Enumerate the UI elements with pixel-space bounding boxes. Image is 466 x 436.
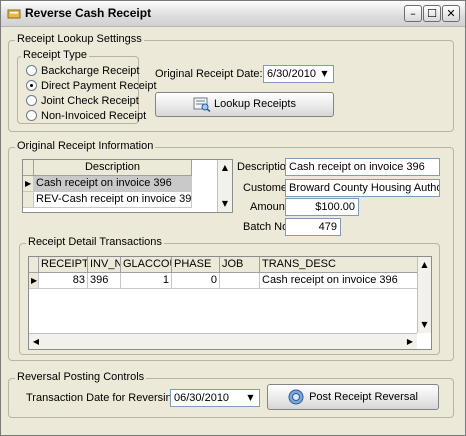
- receipt-type-group: Receipt Type Backcharge Receipt Direct P…: [17, 49, 157, 124]
- table-cell[interactable]: Cash receipt on invoice 396: [260, 273, 418, 289]
- window-title: Reverse Cash Receipt: [25, 6, 152, 20]
- column-header-receiptkey[interactable]: RECEIPTKEY: [39, 257, 88, 273]
- scroll-right-icon[interactable]: ▶: [403, 334, 417, 349]
- current-row-indicator-icon: ▶: [29, 273, 39, 289]
- receipt-list-scrollbar[interactable]: ▲ ▼: [217, 160, 232, 212]
- reverse-cash-receipt-window: Reverse Cash Receipt – ☐ ✕ Receipt Looku…: [0, 0, 466, 436]
- column-header-description[interactable]: Description: [34, 160, 192, 176]
- minimize-button[interactable]: –: [404, 5, 422, 22]
- receipt-lookup-group: Receipt Lookup Settingss Receipt Type Ba…: [8, 33, 454, 132]
- reversal-posting-legend: Reversal Posting Controls: [15, 371, 147, 383]
- transaction-date-picker[interactable]: 06/30/2010 ▼: [170, 389, 260, 407]
- column-header-job[interactable]: JOB: [220, 257, 260, 273]
- app-icon: [7, 9, 21, 19]
- lookup-receipts-button[interactable]: Lookup Receipts: [155, 92, 334, 117]
- table-cell[interactable]: 1: [121, 273, 172, 289]
- amount-field[interactable]: $100.00: [285, 198, 359, 216]
- radio-direct-payment-receipt[interactable]: Direct Payment Receipt: [26, 80, 157, 94]
- detail-transactions-grid: RECEIPTKEY INV_NO GLACCOUNT PHASE JOB TR…: [28, 256, 432, 350]
- list-item[interactable]: REV-Cash receipt on invoice 396: [34, 192, 192, 208]
- batch-no-field[interactable]: 479: [285, 218, 341, 236]
- original-receipt-date-picker[interactable]: 6/30/2010 ▼: [263, 65, 334, 83]
- lookup-receipts-label: Lookup Receipts: [214, 98, 296, 110]
- receipt-lookup-legend: Receipt Lookup Settingss: [15, 33, 144, 45]
- title-bar[interactable]: Reverse Cash Receipt – ☐ ✕: [1, 1, 465, 27]
- radio-label: Direct Payment Receipt: [41, 80, 157, 92]
- original-receipt-info-legend: Original Receipt Information: [15, 140, 156, 152]
- radio-indicator[interactable]: [26, 95, 37, 106]
- row-header-cell: [23, 192, 34, 208]
- receipt-type-legend: Receipt Type: [21, 49, 90, 61]
- scroll-down-icon[interactable]: ▼: [218, 196, 232, 212]
- column-header-trans-desc[interactable]: TRANS_DESC: [260, 257, 418, 273]
- table-cell[interactable]: 0: [172, 273, 220, 289]
- radio-label: Joint Check Receipt: [41, 95, 139, 107]
- chevron-down-icon[interactable]: ▼: [243, 391, 258, 405]
- radio-label: Backcharge Receipt: [41, 65, 140, 77]
- detail-horizontal-scrollbar[interactable]: ◀ ▶: [29, 333, 417, 349]
- maximize-button[interactable]: ☐: [423, 5, 441, 22]
- radio-backcharge-receipt[interactable]: Backcharge Receipt: [26, 65, 139, 79]
- customer-field[interactable]: Broward County Housing Authority: [285, 179, 440, 197]
- receipt-detail-group: Receipt Detail Transactions RECEIPTKEY I…: [19, 236, 440, 355]
- radio-label: Non-Invoiced Receipt: [41, 110, 147, 122]
- maximize-icon: ☐: [427, 7, 437, 20]
- post-icon: [288, 389, 304, 405]
- original-receipt-date-value: 6/30/2010: [267, 68, 316, 80]
- table-cell[interactable]: 83: [39, 273, 88, 289]
- post-receipt-reversal-label: Post Receipt Reversal: [309, 391, 418, 403]
- receipt-detail-legend: Receipt Detail Transactions: [26, 236, 164, 248]
- radio-indicator[interactable]: [26, 65, 37, 76]
- post-receipt-reversal-button[interactable]: Post Receipt Reversal: [267, 384, 439, 410]
- close-button[interactable]: ✕: [442, 5, 460, 22]
- radio-indicator[interactable]: [26, 110, 37, 121]
- column-header-inv-no[interactable]: INV_NO: [88, 257, 121, 273]
- radio-joint-check-receipt[interactable]: Joint Check Receipt: [26, 95, 139, 109]
- radio-indicator-checked[interactable]: [26, 80, 37, 91]
- scroll-left-icon[interactable]: ◀: [29, 334, 43, 349]
- transaction-date-value: 06/30/2010: [174, 392, 230, 404]
- receipt-list-grid: Description ▶ Cash receipt on invoice 39…: [22, 159, 233, 213]
- minimize-icon: –: [410, 7, 416, 20]
- lookup-icon: [193, 97, 211, 113]
- column-header-glaccount[interactable]: GLACCOUNT: [121, 257, 172, 273]
- chevron-down-icon[interactable]: ▼: [317, 67, 332, 81]
- original-receipt-info-group: Original Receipt Information Description…: [8, 140, 454, 361]
- original-receipt-date-label: Original Receipt Date:: [155, 68, 263, 80]
- table-cell[interactable]: [220, 273, 260, 289]
- list-item[interactable]: Cash receipt on invoice 396: [34, 176, 192, 192]
- scroll-up-icon[interactable]: ▲: [418, 257, 431, 273]
- description-field[interactable]: Cash receipt on invoice 396: [285, 158, 440, 176]
- row-header-cell: [29, 257, 39, 273]
- reversal-posting-group: Reversal Posting Controls Transaction Da…: [8, 371, 454, 418]
- scroll-up-icon[interactable]: ▲: [218, 160, 232, 176]
- radio-non-invoiced-receipt[interactable]: Non-Invoiced Receipt: [26, 110, 146, 124]
- detail-vertical-scrollbar[interactable]: ▲ ▼: [417, 257, 431, 333]
- current-row-indicator-icon: ▶: [23, 176, 34, 192]
- close-icon: ✕: [446, 7, 456, 20]
- table-cell[interactable]: 396: [88, 273, 121, 289]
- scroll-down-icon[interactable]: ▼: [418, 317, 431, 333]
- column-header-phase[interactable]: PHASE: [172, 257, 220, 273]
- row-header-cell: [23, 160, 34, 176]
